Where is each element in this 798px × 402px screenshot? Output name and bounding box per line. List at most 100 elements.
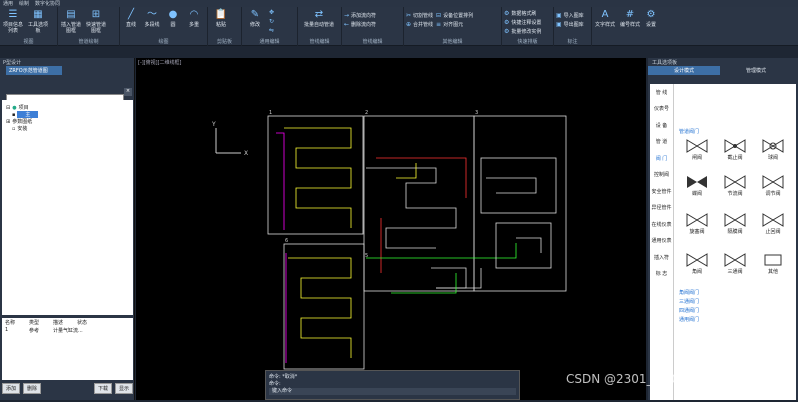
mirror-icon[interactable]: ⇋: [269, 27, 274, 34]
tool-palette-button[interactable]: ▦ 工具选项板: [27, 9, 49, 35]
ribbon-group-flow: → 添加流向符 ← 删除流向符 管线编辑: [342, 7, 404, 46]
menu-item-draw[interactable]: 绘制: [19, 0, 29, 7]
subgroup-item[interactable]: 通用阀门: [679, 316, 699, 323]
tree-item-drawings[interactable]: ⊞ 参数图纸: [6, 118, 129, 126]
batch-icon: ⚙: [504, 28, 510, 35]
import-library-button[interactable]: ▣ 导入图库: [556, 12, 584, 19]
tab-design-mode[interactable]: 设计模式: [648, 66, 720, 75]
subgroup-item[interactable]: 三通阀门: [679, 298, 699, 305]
category-item[interactable]: 控制阀: [650, 167, 673, 184]
menu-item-collab[interactable]: 数字化协同: [35, 0, 60, 7]
circle-button[interactable]: ● 圆: [164, 9, 182, 29]
symbol-angle-valve[interactable]: 角阀: [679, 252, 715, 282]
table-row[interactable]: 1 参考 计量气缸流...: [2, 326, 133, 334]
align-button[interactable]: ≡ 对齐图元: [436, 21, 473, 28]
rotate-icon[interactable]: ↻: [269, 18, 274, 25]
arrange-button[interactable]: ⊟ 设备位置排列: [436, 12, 473, 19]
merge-pipe-button[interactable]: ⊕ 合并管线: [406, 21, 433, 28]
category-item[interactable]: 通用仪表: [650, 233, 673, 250]
ribbon-group-other: ✂ 切割管线 ⊕ 合并管线 ⊟ 设备位置排列 ≡ 对齐图元 其他编辑: [404, 7, 502, 46]
display-button[interactable]: 显示: [114, 382, 133, 394]
multi-button[interactable]: ◠ 多重: [185, 9, 203, 29]
import-icon: ▣: [556, 12, 562, 19]
valve-icon: [762, 175, 784, 189]
menu-item-general[interactable]: 通用: [3, 0, 13, 7]
batch-modify-button[interactable]: ⚙ 批量修改实例: [504, 28, 541, 35]
delete-button[interactable]: 删除: [23, 382, 42, 394]
command-input[interactable]: 键入命令: [269, 388, 516, 395]
category-item[interactable]: 管 线: [650, 84, 673, 101]
symbol-diaphragm-valve[interactable]: 隔膜阀: [717, 212, 753, 242]
valve-icon: [762, 139, 784, 153]
insert-frame-button[interactable]: ▤ 插入管道图框: [60, 9, 82, 35]
category-item[interactable]: 标 志: [650, 266, 673, 283]
pipe-icon: ⇄: [314, 9, 324, 20]
valve-icon: [724, 139, 746, 153]
other-edit-label: 其他编辑: [442, 39, 463, 45]
clipboard-icon: 📋: [214, 9, 228, 20]
ribbon-group-edit: ✎ 修改 ✥ ↻ ⇋ 通用编辑: [242, 7, 298, 46]
settings-button[interactable]: ⚙ 设置: [644, 9, 658, 29]
category-item[interactable]: 插入符: [650, 249, 673, 266]
symbol-three-way-valve[interactable]: 三通阀: [717, 252, 753, 282]
symbol-ball-valve[interactable]: 球阀: [755, 138, 791, 168]
symbol-control-valve[interactable]: 调节阀: [755, 174, 791, 204]
line-button[interactable]: ╱ 直线: [122, 9, 140, 29]
note-icon: ⚙: [504, 19, 510, 26]
auto-pipe-button[interactable]: ⇄ 批量自动管道: [300, 9, 338, 29]
command-line[interactable]: 命令: *取消* 命令: 键入命令: [265, 370, 520, 400]
panel-title: P型设计: [3, 60, 22, 66]
category-item[interactable]: 设 备: [650, 117, 673, 134]
symbol-plug-valve[interactable]: 旋塞阀: [679, 212, 715, 242]
svg-text:2: 2: [365, 110, 368, 116]
symbol-butterfly-valve[interactable]: 蝶阀: [679, 174, 715, 204]
text-style-button[interactable]: A 文字样式: [594, 9, 616, 29]
symbol-gate-valve[interactable]: 闸阀: [679, 138, 715, 168]
symbol-check-valve[interactable]: 止回阀: [755, 212, 791, 242]
group-header[interactable]: 管道阀门: [679, 128, 699, 135]
drawing-canvas[interactable]: [-][俯视][二维线框] Y X 1 2 3 6 5: [136, 58, 646, 400]
category-item[interactable]: 管 道: [650, 134, 673, 151]
polyline-button[interactable]: 〜多段线: [143, 9, 161, 29]
expand-icon[interactable]: ⊞: [6, 119, 10, 125]
add-button[interactable]: 添加: [2, 382, 21, 394]
move-icon[interactable]: ✥: [269, 9, 274, 16]
category-item[interactable]: 在线仪表: [650, 216, 673, 233]
remove-flow-button[interactable]: ← 删除流向符: [344, 21, 376, 28]
category-item[interactable]: 仪表号: [650, 101, 673, 118]
symbol-throttle-valve[interactable]: 节流阀: [717, 174, 753, 204]
download-button[interactable]: 下载: [93, 382, 112, 394]
category-item-valves[interactable]: 阀 门: [650, 150, 673, 167]
category-item[interactable]: 安全管件: [650, 183, 673, 200]
symbol-globe-valve[interactable]: 截止阀: [717, 138, 753, 168]
cmd-history-2: 命令:: [269, 381, 281, 387]
format-brush-button[interactable]: ⚙ 数据格式刷: [504, 10, 541, 17]
number-style-button[interactable]: # 编号样式: [619, 9, 641, 29]
svg-text:6: 6: [285, 238, 288, 244]
svg-text:Y: Y: [211, 121, 216, 128]
tree-item-project[interactable]: ⊟ ● 项目: [6, 104, 129, 112]
add-flow-button[interactable]: → 添加流向符: [344, 12, 376, 19]
paste-button[interactable]: 📋 粘贴: [210, 9, 232, 29]
table-header: 名称 类型 描述 状态: [5, 319, 88, 326]
symbol-other[interactable]: 其他: [755, 252, 791, 282]
modify-button[interactable]: ✎ 修改: [244, 9, 266, 29]
cut-pipe-button[interactable]: ✂ 切割管线: [406, 12, 433, 19]
project-list-button[interactable]: ☰ 项目信息列表: [2, 9, 24, 35]
category-item[interactable]: 异径管件: [650, 200, 673, 217]
export-library-button[interactable]: ▣ 导出图库: [556, 21, 584, 28]
tree-item-install[interactable]: ▫ 安装: [6, 125, 129, 133]
annotation-setting-button[interactable]: ⚙ 快捷注释设置: [504, 19, 541, 26]
clear-search-icon[interactable]: ×: [124, 88, 132, 96]
merge-icon: ⊕: [406, 21, 412, 28]
expand-icon[interactable]: ⊟: [6, 105, 10, 111]
quick-frame-button[interactable]: ⊞ 快速管道图框: [85, 9, 107, 35]
tree-item-main[interactable]: ▪ 主: [6, 111, 129, 118]
subgroup-item[interactable]: 四通阀门: [679, 307, 699, 314]
line-icon: ╱: [127, 9, 135, 20]
pid-drawing: Y X 1 2 3 6 5: [211, 110, 567, 370]
tab-manage-mode[interactable]: 管理模式: [720, 66, 792, 75]
tab-project[interactable]: ZRFO示范管道图: [6, 66, 62, 75]
subgroup-item[interactable]: 角阀阀门: [679, 289, 699, 296]
polyline-icon: 〜: [147, 9, 157, 20]
